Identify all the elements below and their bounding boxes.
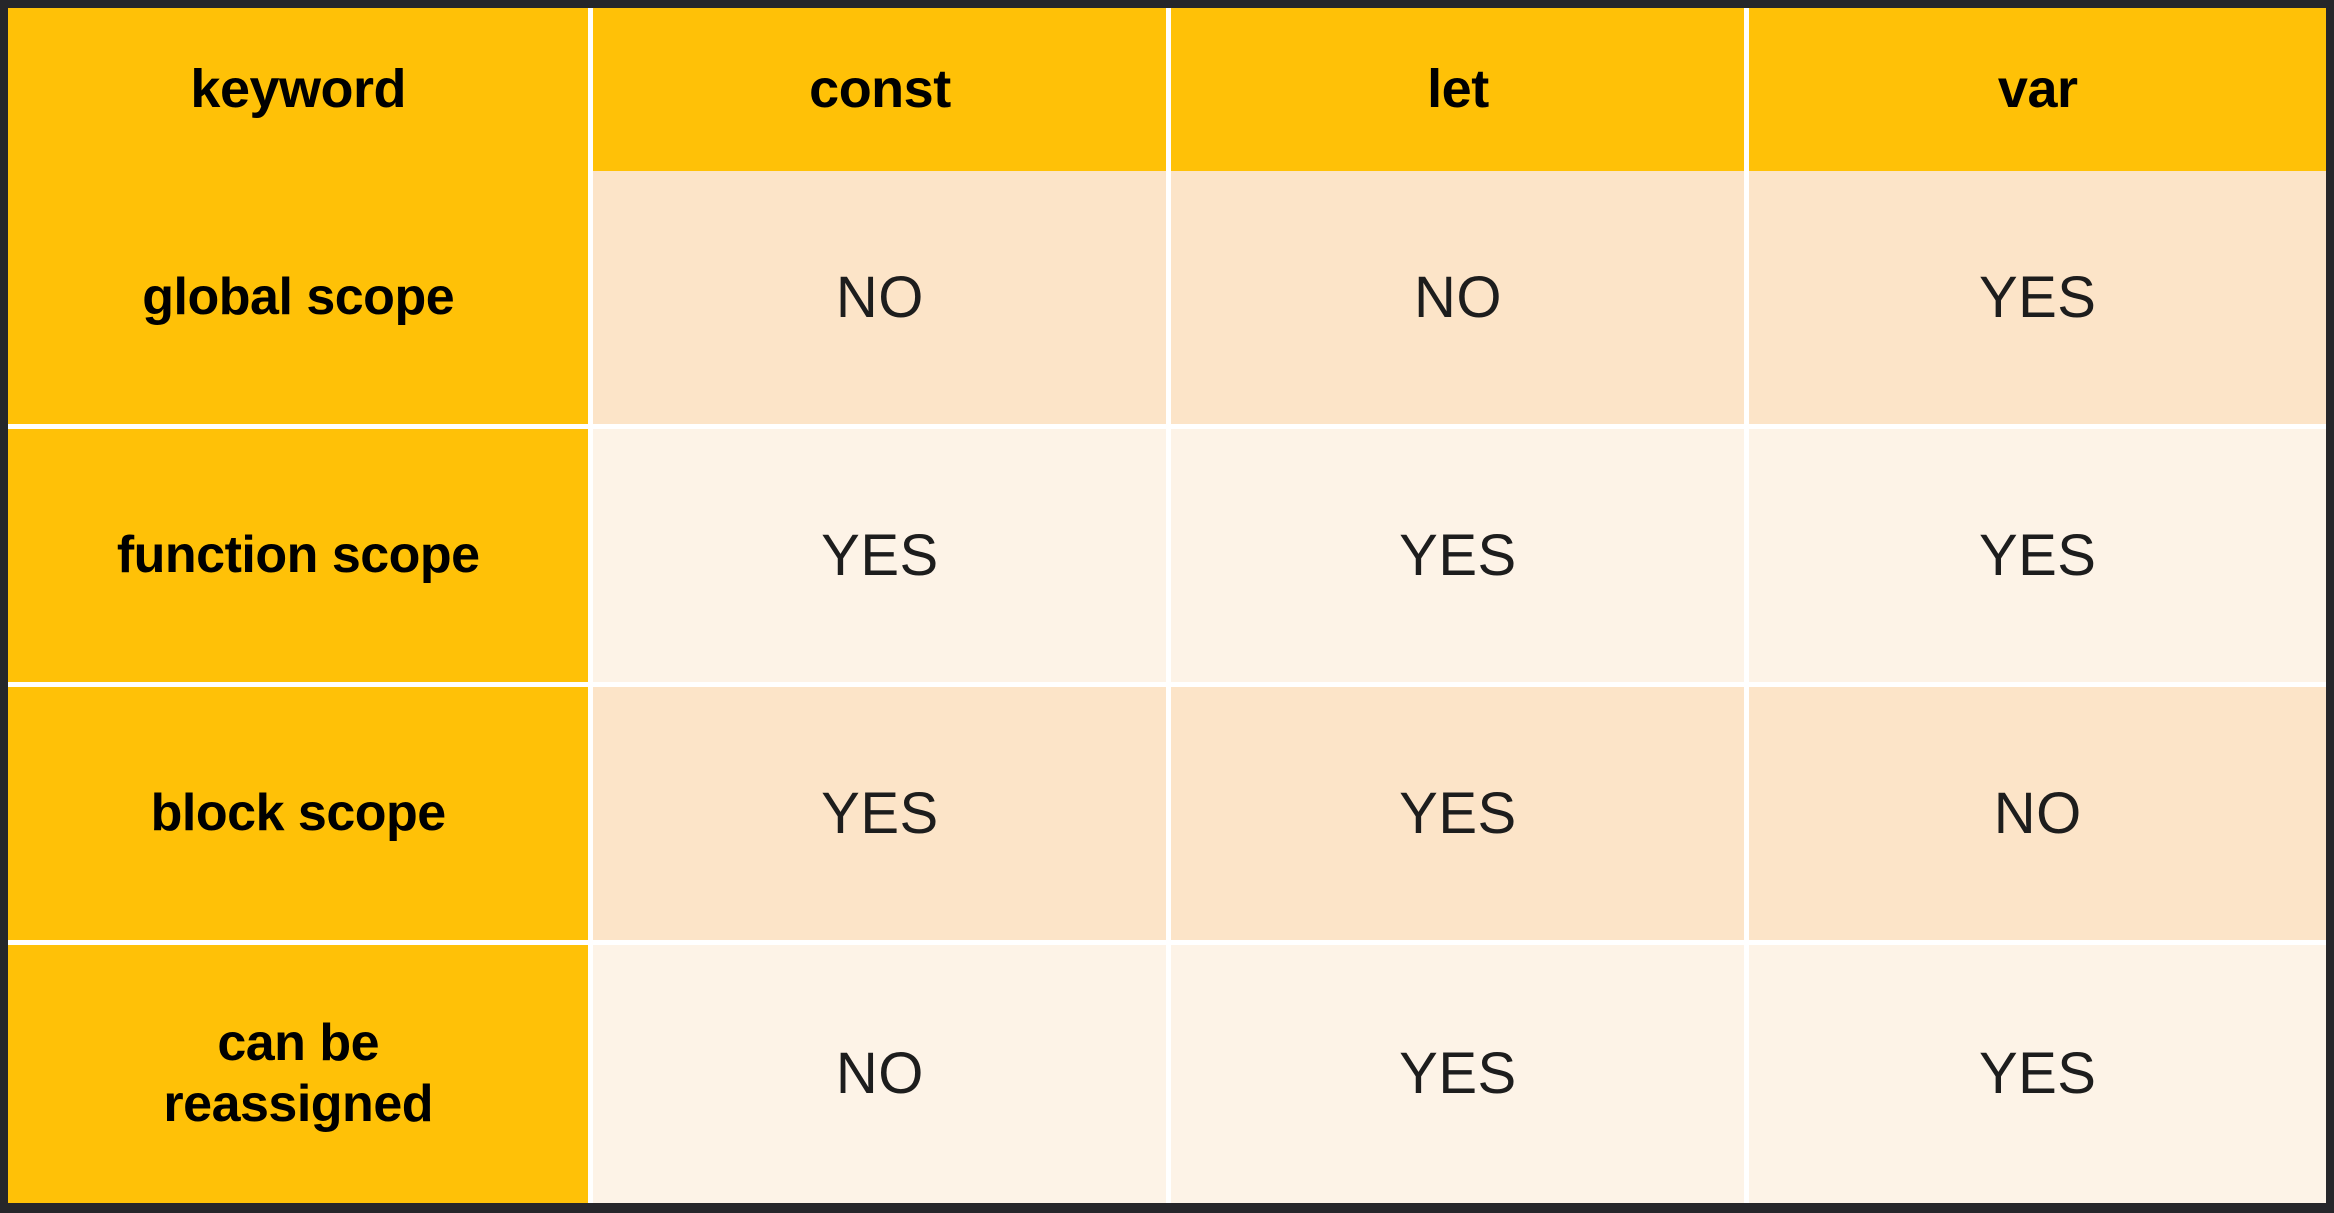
cell-can-be-reassigned-let: YES [1171,945,1750,1203]
cell-value: YES [1399,522,1517,588]
row-label-text: global scope [142,267,455,326]
table-frame: keyword const let var global scope NO NO… [0,0,2334,1213]
cell-value: NO [1413,264,1502,330]
column-header-let-label: let [1427,59,1489,120]
cell-value: NO [835,1041,924,1107]
table-row: function scope YES YES YES [8,429,2326,687]
column-header-const-label: const [809,59,951,120]
column-header-keyword-label: keyword [190,59,406,120]
row-label-text: can be reassigned [163,1013,433,1133]
row-label-function-scope: function scope [8,429,594,687]
cell-block-scope-let: YES [1171,687,1750,945]
table-header: keyword const let var [8,8,2326,171]
table-body: global scope NO NO YES function scope YE… [8,171,2326,1203]
table-row: global scope NO NO YES [8,171,2326,429]
cell-function-scope-const: YES [593,429,1172,687]
cell-value: YES [1399,780,1517,846]
cell-can-be-reassigned-const: NO [593,945,1172,1203]
column-header-var-label: var [1997,59,2078,120]
cell-global-scope-var: YES [1749,171,2326,429]
cell-function-scope-var: YES [1749,429,2326,687]
row-label-can-be-reassigned: can be reassigned [8,945,594,1203]
row-label-block-scope: block scope [8,687,594,945]
cell-value: YES [1978,264,2097,330]
cell-can-be-reassigned-var: YES [1749,945,2326,1203]
cell-block-scope-const: YES [593,687,1172,945]
cell-global-scope-const: NO [593,171,1172,429]
row-label-text: block scope [150,783,447,842]
column-header-var: var [1749,8,2326,171]
cell-value: YES [821,522,939,588]
cell-value: YES [1399,1041,1517,1107]
row-label-global-scope: global scope [8,171,594,429]
cell-value: YES [1978,522,2097,588]
cell-block-scope-var: NO [1749,687,2326,945]
column-header-let: let [1171,8,1750,171]
header-row: keyword const let var [8,8,2326,171]
table-row: can be reassigned NO YES YES [8,945,2326,1203]
keyword-comparison-table: keyword const let var global scope NO NO… [8,8,2326,1203]
cell-function-scope-let: YES [1171,429,1750,687]
column-header-keyword: keyword [8,8,594,171]
cell-value: NO [835,264,924,330]
cell-value: YES [821,780,939,846]
cell-global-scope-let: NO [1171,171,1750,429]
cell-value: YES [1978,1041,2097,1107]
cell-value: NO [1993,780,2082,846]
column-header-const: const [593,8,1172,171]
row-label-text: function scope [116,525,480,584]
table-row: block scope YES YES NO [8,687,2326,945]
